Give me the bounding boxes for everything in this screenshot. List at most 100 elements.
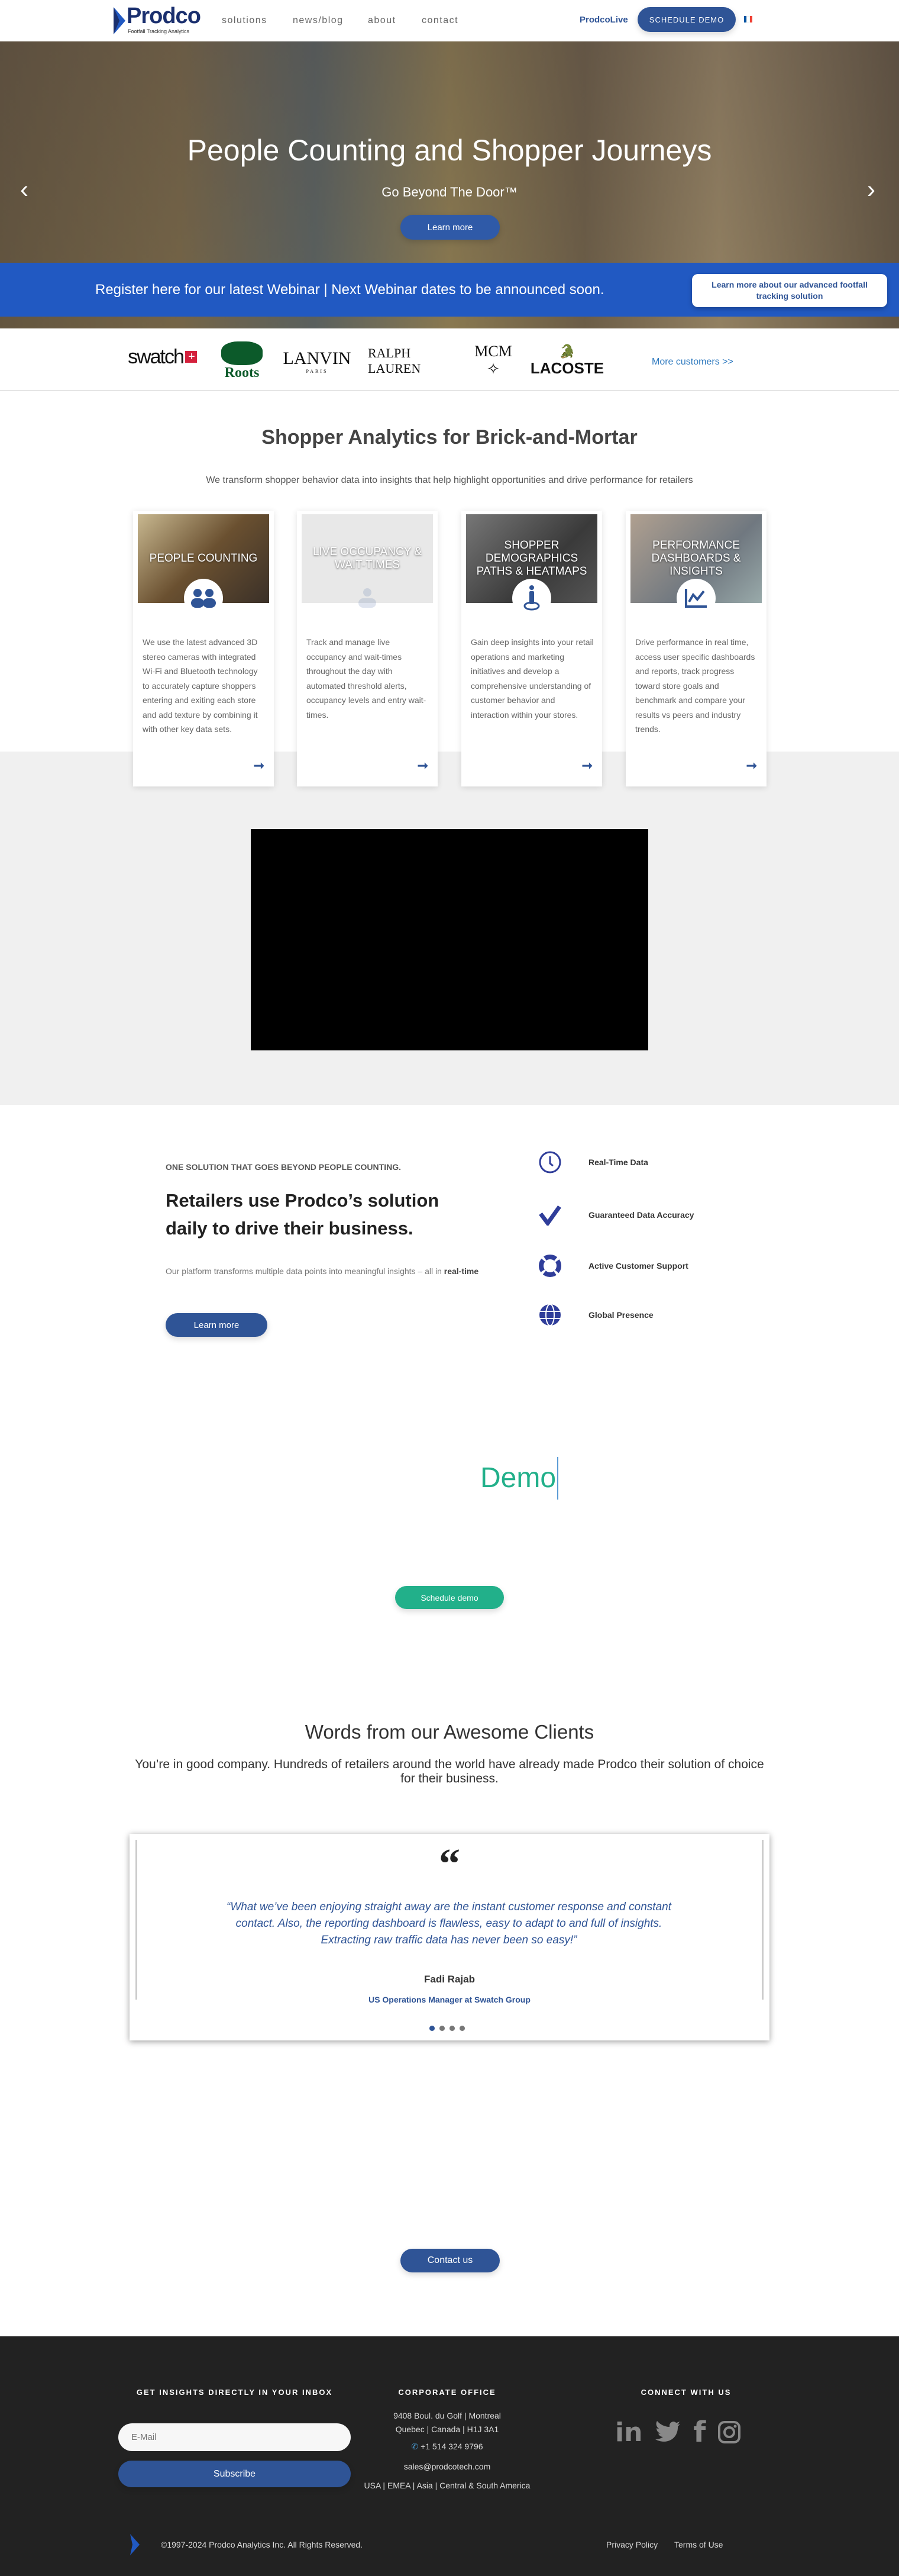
- solution-paragraph: Our platform transforms multiple data po…: [166, 1263, 485, 1279]
- schedule-demo-button[interactable]: SCHEDULE DEMO: [638, 7, 736, 32]
- testimonial-role: US Operations Manager at Swatch Group: [368, 1995, 531, 2004]
- feature-label: Guaranteed Data Accuracy: [588, 1210, 694, 1220]
- logo-text: Prodco: [127, 4, 201, 28]
- more-customers-link[interactable]: More customers >>: [652, 357, 733, 367]
- phone-icon: ✆: [411, 2442, 419, 2451]
- nav-contact[interactable]: contact: [422, 15, 458, 26]
- feature-label: Real-Time Data: [588, 1158, 648, 1167]
- carousel-dot[interactable]: [450, 2026, 455, 2031]
- demo-typed-text: Demo: [480, 1457, 559, 1500]
- card-text: We use the latest advanced 3D stereo cam…: [143, 637, 258, 734]
- feature-support: Active Customer Support: [535, 1254, 772, 1278]
- contact-us-button[interactable]: Contact us: [400, 2249, 500, 2272]
- logo-mcm-text: MCM: [474, 343, 512, 360]
- solution-para-bold: real-time: [444, 1266, 479, 1276]
- group-icon: [348, 579, 387, 618]
- users-icon: [184, 579, 223, 618]
- logo-lanvin-text: LANVIN: [283, 348, 351, 368]
- subscribe-button[interactable]: Subscribe: [118, 2461, 351, 2487]
- logo-lanvin: LANVIN PARIS: [278, 346, 356, 376]
- swiss-cross-icon: +: [185, 350, 197, 363]
- facebook-icon[interactable]: f: [693, 2416, 706, 2449]
- testimonial-carousel: “ “What we’ve been enjoying straight awa…: [130, 1834, 769, 2040]
- card-live-occupancy[interactable]: LIVE OCCUPANCY & WAIT-TIMES Track and ma…: [297, 511, 438, 786]
- solution-para-text: Our platform transforms multiple data po…: [166, 1266, 444, 1276]
- testimonials-subtitle: You’re in good company. Hundreds of reta…: [135, 1758, 764, 1785]
- video-player[interactable]: [251, 829, 648, 1050]
- linkedin-icon[interactable]: in: [615, 2417, 642, 2448]
- instagram-icon[interactable]: [717, 2420, 741, 2444]
- logo-roots: Roots: [215, 340, 269, 382]
- chart-line-icon: [677, 579, 716, 618]
- person-location-icon: [512, 579, 551, 618]
- beaver-icon: [221, 341, 263, 365]
- footfall-solution-button[interactable]: Learn more about our advanced footfall t…: [692, 274, 887, 307]
- email-input[interactable]: [118, 2423, 351, 2451]
- webinar-banner: Register here for our latest Webinar | N…: [0, 263, 899, 317]
- social-links: in f: [615, 2416, 741, 2449]
- nav-solutions[interactable]: solutions: [222, 15, 267, 26]
- feature-real-time: Real-Time Data: [535, 1150, 772, 1174]
- hero-title: People Counting and Shopper Journeys: [187, 134, 712, 167]
- testimonials-title: Words from our Awesome Clients: [305, 1721, 594, 1743]
- slider-prev-icon[interactable]: ‹: [20, 175, 28, 204]
- quote-icon: “: [439, 1840, 460, 1887]
- arrow-right-icon[interactable]: ➞: [418, 758, 428, 773]
- card-people-counting[interactable]: PEOPLE COUNTING We use the latest advanc…: [133, 511, 274, 786]
- newsletter-heading: GET INSIGHTS DIRECTLY IN YOUR INBOX: [136, 2388, 333, 2397]
- hero-learn-more-button[interactable]: Learn more: [400, 215, 500, 240]
- terms-of-use-link[interactable]: Terms of Use: [674, 2540, 723, 2549]
- feature-accuracy: Guaranteed Data Accuracy: [535, 1203, 772, 1227]
- analytics-subtitle: We transform shopper behavior data into …: [206, 475, 693, 485]
- logo-lacoste-text: LACOSTE: [530, 359, 604, 377]
- footer-logo-chevron-icon: [130, 2534, 140, 2555]
- card-text: Drive performance in real time, access u…: [635, 637, 755, 734]
- laurel-icon: ✧: [487, 360, 500, 378]
- arrow-right-icon[interactable]: ➞: [582, 758, 593, 773]
- arrow-right-icon[interactable]: ➞: [254, 758, 264, 773]
- phone-number[interactable]: +1 514 324 9796: [421, 2442, 483, 2451]
- privacy-policy-link[interactable]: Privacy Policy: [606, 2540, 658, 2549]
- twitter-icon[interactable]: [654, 2420, 681, 2444]
- carousel-dot-active[interactable]: [429, 2026, 435, 2031]
- email-link[interactable]: sales@prodcotech.com: [341, 2462, 554, 2471]
- solution-learn-more-button[interactable]: Learn more: [166, 1313, 267, 1337]
- logo-lacoste: 🐊 LACOSTE: [528, 342, 606, 379]
- crocodile-icon: 🐊: [559, 343, 575, 359]
- copyright: ©1997-2024 Prodco Analytics Inc. All Rig…: [161, 2540, 363, 2549]
- testimonial-name: Fadi Rajab: [424, 1974, 475, 1985]
- logo-mcm: MCM ✧: [473, 340, 513, 381]
- logo[interactable]: Prodco Footfall Tracking Analytics: [112, 4, 204, 38]
- testimonial-quote: “What we’ve been enjoying straight away …: [227, 1901, 671, 1946]
- globe-icon: [535, 1303, 565, 1327]
- flag-fr-icon[interactable]: [744, 16, 752, 22]
- slider-next-icon[interactable]: ›: [867, 175, 875, 204]
- address-line-2: Quebec | Canada | H1J 3A1: [395, 2425, 499, 2434]
- arrow-right-icon[interactable]: ➞: [746, 758, 757, 773]
- prodcolive-link[interactable]: ProdcoLive: [580, 15, 628, 25]
- card-shopper-demographics[interactable]: SHOPPER DEMOGRAPHICS PATHS & HEATMAPS Ga…: [461, 511, 602, 786]
- logo-tagline: Footfall Tracking Analytics: [128, 28, 190, 34]
- logo-roots-text: Roots: [224, 365, 260, 381]
- phone: ✆ +1 514 324 9796: [341, 2442, 554, 2452]
- nav-news-blog[interactable]: news/blog: [293, 15, 344, 26]
- carousel-dot[interactable]: [439, 2026, 445, 2031]
- address-line-1: 9408 Boul. du Golf | Montreal: [393, 2411, 501, 2420]
- schedule-demo-cta[interactable]: Schedule demo: [395, 1586, 504, 1609]
- webinar-link[interactable]: Register here for our latest Webinar | N…: [95, 282, 604, 298]
- office-heading: CORPORATE OFFICE: [398, 2388, 496, 2397]
- divider: [0, 390, 899, 391]
- lifebuoy-icon: [535, 1254, 565, 1278]
- solution-title: Retailers use Prodco’s solution daily to…: [166, 1190, 439, 1239]
- card-text: Track and manage live occupancy and wait…: [306, 637, 426, 720]
- card-text: Gain deep insights into your retail oper…: [471, 637, 594, 720]
- nav-about[interactable]: about: [368, 15, 396, 26]
- feature-label: Global Presence: [588, 1310, 654, 1320]
- check-icon: [535, 1204, 565, 1226]
- carousel-dot[interactable]: [460, 2026, 465, 2031]
- clock-icon: [535, 1150, 565, 1174]
- logo-chevron-icon: [114, 7, 125, 34]
- feature-label: Active Customer Support: [588, 1261, 688, 1271]
- card-performance-dashboards[interactable]: PERFORMANCE DASHBOARDS & INSIGHTS Drive …: [626, 511, 767, 786]
- site-header: Prodco Footfall Tracking Analytics solut…: [0, 0, 899, 41]
